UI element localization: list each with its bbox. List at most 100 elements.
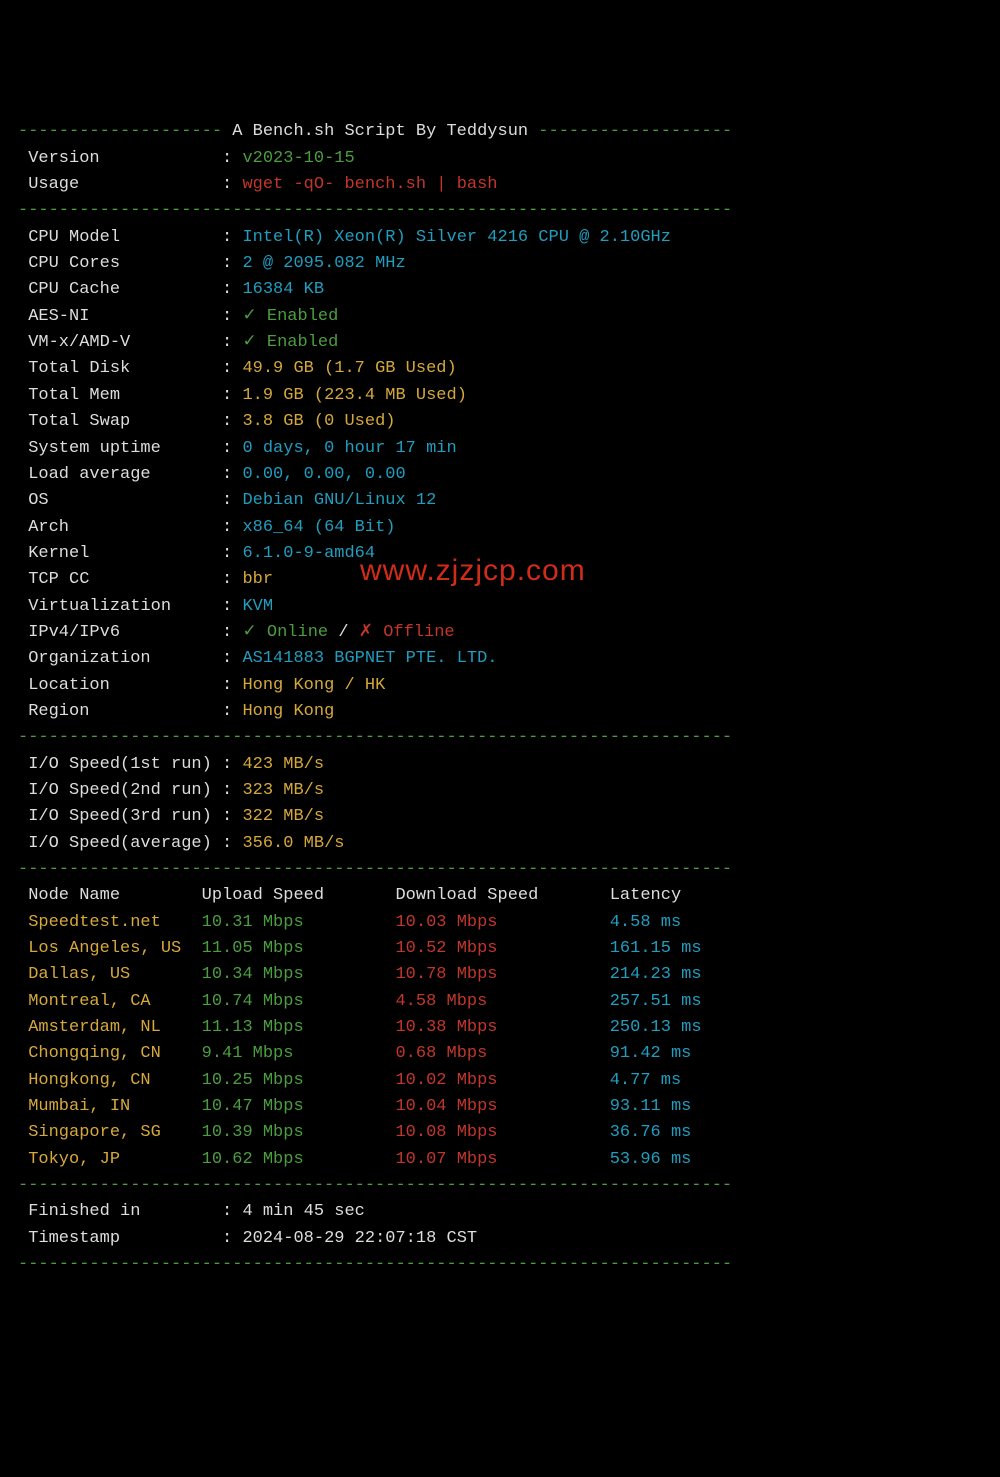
separator: ----------------------------------------…	[18, 1255, 732, 1274]
total-mem-label: Total Mem	[28, 386, 212, 405]
latency-value: 93.11 ms	[610, 1097, 692, 1116]
finished-value: 4 min 45 sec	[242, 1202, 364, 1221]
download-value: 10.78 Mbps	[395, 965, 609, 984]
header-dash-left: --------------------	[18, 122, 232, 141]
node-amsterdam: Amsterdam, NL	[28, 1018, 201, 1037]
arch-value: x86_64 (64 Bit)	[242, 518, 395, 537]
io-3rd-value: 322 MB/s	[242, 807, 324, 826]
node-tokyo: Tokyo, JP	[28, 1150, 201, 1169]
latency-value: 91.42 ms	[610, 1044, 692, 1063]
version-label: Version	[28, 149, 212, 168]
io-1st-value: 423 MB/s	[242, 755, 324, 774]
download-value: 10.07 Mbps	[395, 1150, 609, 1169]
download-value: 10.02 Mbps	[395, 1071, 609, 1090]
total-swap-value: 3.8 GB (0 Used)	[242, 412, 395, 431]
timestamp-label: Timestamp	[28, 1229, 212, 1248]
usage-label: Usage	[28, 175, 212, 194]
upload-value: 10.31 Mbps	[202, 913, 396, 932]
os-label: OS	[28, 491, 212, 510]
header-title: A Bench.sh Script By Teddysun	[232, 122, 528, 141]
location-value: Hong Kong / HK	[242, 676, 385, 695]
tcp-cc-label: TCP CC	[28, 570, 212, 589]
aes-ni-label: AES-NI	[28, 307, 212, 326]
upload-value: 11.13 Mbps	[202, 1018, 396, 1037]
arch-label: Arch	[28, 518, 212, 537]
ip-slash: /	[328, 623, 359, 642]
region-label: Region	[28, 702, 212, 721]
node-chongqing: Chongqing, CN	[28, 1044, 201, 1063]
separator: ----------------------------------------…	[18, 1176, 732, 1195]
aes-ni-value: Enabled	[267, 307, 338, 326]
finished-label: Finished in	[28, 1202, 212, 1221]
total-disk-label: Total Disk	[28, 359, 212, 378]
io-2nd-label: I/O Speed(2nd run)	[28, 781, 222, 800]
download-value: 10.52 Mbps	[395, 939, 609, 958]
os-value: Debian GNU/Linux 12	[242, 491, 436, 510]
upload-value: 9.41 Mbps	[202, 1044, 396, 1063]
check-icon: ✓	[242, 307, 266, 326]
total-swap-label: Total Swap	[28, 412, 212, 431]
cpu-cores-value: 2 @ 2095.082 MHz	[242, 254, 405, 273]
usage-value: wget -qO- bench.sh | bash	[242, 175, 497, 194]
virt-label: Virtualization	[28, 597, 212, 616]
io-2nd-value: 323 MB/s	[242, 781, 324, 800]
kernel-label: Kernel	[28, 544, 212, 563]
download-value: 10.08 Mbps	[395, 1123, 609, 1142]
virt-value: KVM	[242, 597, 273, 616]
latency-value: 4.58 ms	[610, 913, 681, 932]
region-value: Hong Kong	[242, 702, 334, 721]
vmx-value: Enabled	[267, 333, 338, 352]
org-value: AS141883 BGPNET PTE. LTD.	[242, 649, 497, 668]
io-3rd-label: I/O Speed(3rd run)	[28, 807, 222, 826]
latency-value: 161.15 ms	[610, 939, 702, 958]
latency-value: 214.23 ms	[610, 965, 702, 984]
upload-value: 10.47 Mbps	[202, 1097, 396, 1116]
upload-value: 10.34 Mbps	[202, 965, 396, 984]
load-avg-value: 0.00, 0.00, 0.00	[242, 465, 405, 484]
node-montreal: Montreal, CA	[28, 992, 201, 1011]
total-mem-value: 1.9 GB (223.4 MB Used)	[242, 386, 466, 405]
node-dallas: Dallas, US	[28, 965, 201, 984]
col-node: Node Name	[28, 886, 201, 905]
col-download: Download Speed	[395, 886, 609, 905]
download-value: 10.03 Mbps	[395, 913, 609, 932]
total-disk-value: 49.9 GB (1.7 GB Used)	[242, 359, 456, 378]
upload-value: 10.39 Mbps	[202, 1123, 396, 1142]
org-label: Organization	[28, 649, 212, 668]
cross-icon: ✗	[359, 623, 383, 642]
upload-value: 10.74 Mbps	[202, 992, 396, 1011]
check-icon: ✓	[242, 333, 266, 352]
cpu-model-label: CPU Model	[28, 228, 212, 247]
latency-value: 53.96 ms	[610, 1150, 692, 1169]
download-value: 10.38 Mbps	[395, 1018, 609, 1037]
col-latency: Latency	[610, 886, 681, 905]
cpu-cache-label: CPU Cache	[28, 280, 212, 299]
download-value: 4.58 Mbps	[395, 992, 609, 1011]
download-value: 10.04 Mbps	[395, 1097, 609, 1116]
tcp-cc-value: bbr	[242, 570, 273, 589]
separator: ----------------------------------------…	[18, 728, 732, 747]
ipv4-ipv6-label: IPv4/IPv6	[28, 623, 212, 642]
node-speedtest: Speedtest.net	[28, 913, 201, 932]
node-mumbai: Mumbai, IN	[28, 1097, 201, 1116]
node-hongkong: Hongkong, CN	[28, 1071, 201, 1090]
ipv6-offline: Offline	[383, 623, 454, 642]
uptime-value: 0 days, 0 hour 17 min	[242, 439, 456, 458]
header-dash-right: -------------------	[528, 122, 732, 141]
timestamp-value: 2024-08-29 22:07:18 CST	[242, 1229, 477, 1248]
io-avg-value: 356.0 MB/s	[242, 834, 344, 853]
ipv4-online: Online	[267, 623, 328, 642]
col-upload: Upload Speed	[202, 886, 396, 905]
cpu-model-value: Intel(R) Xeon(R) Silver 4216 CPU @ 2.10G…	[242, 228, 670, 247]
load-avg-label: Load average	[28, 465, 212, 484]
separator: ----------------------------------------…	[18, 201, 732, 220]
uptime-label: System uptime	[28, 439, 212, 458]
latency-value: 4.77 ms	[610, 1071, 681, 1090]
latency-value: 257.51 ms	[610, 992, 702, 1011]
latency-value: 250.13 ms	[610, 1018, 702, 1037]
kernel-value: 6.1.0-9-amd64	[242, 544, 375, 563]
upload-value: 11.05 Mbps	[202, 939, 396, 958]
upload-value: 10.25 Mbps	[202, 1071, 396, 1090]
vmx-label: VM-x/AMD-V	[28, 333, 212, 352]
cpu-cache-value: 16384 KB	[242, 280, 324, 299]
